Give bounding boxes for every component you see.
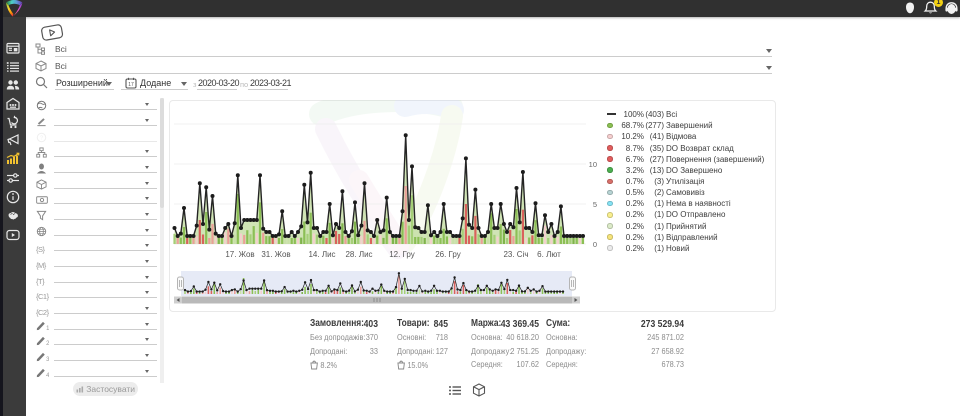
svg-text:14. Лис: 14. Лис	[308, 250, 335, 259]
svg-text:12. Гру: 12. Гру	[389, 250, 415, 259]
svg-text:10: 10	[589, 160, 597, 169]
svg-text:4: 4	[46, 373, 49, 378]
svg-text:6. Лют: 6. Лют	[537, 250, 561, 259]
svg-text:1: 1	[46, 326, 49, 331]
svg-text:0: 0	[593, 240, 597, 249]
svg-text:2: 2	[46, 341, 49, 346]
svg-text:31. Жов: 31. Жов	[261, 250, 290, 259]
svg-text:26. Гру: 26. Гру	[435, 250, 461, 259]
svg-text:23. Січ: 23. Січ	[503, 250, 528, 259]
svg-text:28. Лис: 28. Лис	[345, 250, 372, 259]
svg-text:17: 17	[128, 82, 134, 88]
svg-text:3: 3	[46, 357, 49, 362]
svg-text:5: 5	[593, 200, 597, 209]
svg-text:?: ?	[40, 136, 43, 142]
svg-text:17. Жов: 17. Жов	[225, 250, 254, 259]
